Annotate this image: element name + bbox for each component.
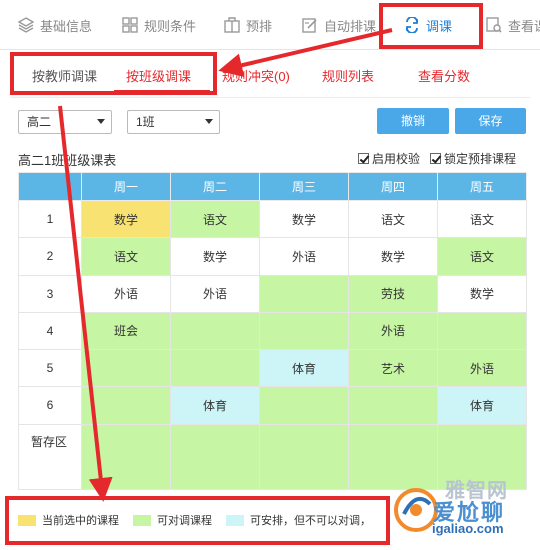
table-row: 3 外语 外语 劳技 数学: [18, 274, 527, 313]
day-header: 周四: [348, 172, 438, 201]
timetable-cell[interactable]: [259, 311, 349, 351]
tab-rule-conflicts[interactable]: 规则冲突(0): [222, 66, 290, 85]
period-label: 2: [18, 237, 82, 276]
tab-rule-list[interactable]: 规则列表: [322, 66, 374, 85]
day-header: 周二: [170, 172, 260, 201]
checkbox-label: 锁定预排课程: [444, 152, 517, 166]
nav-label: 自动排课: [324, 18, 377, 34]
day-header: 周五: [437, 172, 527, 201]
nav-item-basic-info[interactable]: 基础信息: [18, 14, 92, 36]
validate-checkbox[interactable]: 启用校验: [358, 150, 420, 167]
watermark-text: igaliao.com: [432, 521, 504, 536]
chevron-down-icon: [97, 119, 105, 124]
timetable-cell[interactable]: 外语: [81, 274, 171, 313]
grade-select-value: 高二: [27, 115, 52, 129]
nav-label: 规则条件: [144, 18, 197, 34]
timetable-cell[interactable]: 数学: [81, 199, 171, 239]
save-button[interactable]: 保存: [455, 108, 526, 134]
timetable-cell[interactable]: [81, 386, 171, 425]
timetable-cell[interactable]: 外语: [170, 274, 260, 313]
timetable-cell[interactable]: 数学: [437, 274, 527, 313]
table-row: 4 班会 外语: [18, 311, 527, 351]
timetable-cell[interactable]: [348, 386, 438, 425]
timetable-cell[interactable]: [259, 386, 349, 425]
table-row: 5 体育 艺术 外语: [18, 348, 527, 388]
view-icon: [486, 17, 502, 33]
highlight-box-nav: [379, 3, 483, 49]
period-label: 3: [18, 274, 82, 313]
tab-view-scores[interactable]: 查看分数: [418, 66, 470, 85]
timetable-cell[interactable]: 外语: [437, 348, 527, 388]
undo-button[interactable]: 撤销: [377, 108, 449, 134]
timetable-body: 1 数学 语文 数学 语文 语文 2 语文 数学 外语 数学 语文 3 外语 外语 劳技 数学 4 班会 外语 5 体育艺…: [18, 199, 527, 490]
nav-item-auto-schedule[interactable]: 自动排课: [302, 14, 376, 36]
timetable-cell[interactable]: [437, 311, 527, 351]
puzzle-icon: [224, 17, 240, 33]
corner-header: [18, 172, 82, 201]
stash-cell[interactable]: [259, 423, 349, 490]
divider: [10, 97, 530, 98]
checkbox-checked-icon: [358, 153, 369, 164]
highlight-box-subtabs: [10, 52, 217, 95]
timetable-cell[interactable]: 语文: [437, 237, 527, 276]
timetable-cell[interactable]: 数学: [259, 199, 349, 239]
timetable-cell[interactable]: [170, 348, 260, 388]
period-label: 5: [18, 348, 82, 388]
class-select[interactable]: 1班: [127, 110, 220, 134]
nav-label: 预排: [246, 18, 273, 34]
stash-label: 暂存区: [18, 423, 82, 490]
timetable-cell[interactable]: 语文: [437, 199, 527, 239]
timetable-cell[interactable]: [170, 311, 260, 351]
table-title: 高二1班班级课表: [18, 153, 117, 168]
period-label: 4: [18, 311, 82, 351]
highlight-box-legend: [5, 496, 390, 545]
timetable-cell[interactable]: 班会: [81, 311, 171, 351]
timetable-cell[interactable]: 体育: [170, 386, 260, 425]
table-row: 1 数学 语文 数学 语文 语文: [18, 199, 527, 239]
class-select-value: 1班: [136, 115, 155, 129]
timetable-cell[interactable]: 语文: [348, 199, 438, 239]
edit-icon: [302, 18, 317, 33]
period-label: 6: [18, 386, 82, 425]
stash-cell[interactable]: [81, 423, 171, 490]
day-header: 周一: [81, 172, 171, 201]
timetable-cell[interactable]: 艺术: [348, 348, 438, 388]
nav-item-view[interactable]: 查看课: [486, 14, 540, 36]
timetable-cell[interactable]: [259, 274, 349, 313]
day-header: 周三: [259, 172, 349, 201]
checkbox-label: 启用校验: [372, 152, 421, 166]
timetable-cell[interactable]: 劳技: [348, 274, 438, 313]
timetable-cell[interactable]: 体育: [259, 348, 349, 388]
timetable-cell[interactable]: 语文: [170, 199, 260, 239]
period-label: 1: [18, 199, 82, 239]
timetable-cell[interactable]: 语文: [81, 237, 171, 276]
table-row: 2 语文 数学 外语 数学 语文: [18, 237, 527, 276]
chevron-down-icon: [205, 119, 213, 124]
timetable-cell[interactable]: 数学: [170, 237, 260, 276]
grid-icon: [122, 17, 138, 33]
nav-label: 查看课: [508, 18, 540, 34]
table-row: 6 体育 体育: [18, 386, 527, 425]
nav-item-rules[interactable]: 规则条件: [122, 14, 196, 36]
stash-cell[interactable]: [170, 423, 260, 490]
timetable-cell[interactable]: 外语: [348, 311, 438, 351]
class-timetable: 周一 周二 周三 周四 周五 1 数学 语文 数学 语文 语文 2 语文 数学 外语 数学 语文 3 外语…: [18, 172, 527, 490]
timetable-cell[interactable]: 外语: [259, 237, 349, 276]
layers-icon: [18, 17, 34, 33]
nav-label: 基础信息: [40, 18, 93, 34]
checkbox-checked-icon: [430, 153, 441, 164]
timetable-cell[interactable]: 数学: [348, 237, 438, 276]
timetable-cell[interactable]: [81, 348, 171, 388]
nav-item-pre-arrange[interactable]: 预排: [224, 14, 272, 36]
timetable-cell[interactable]: 体育: [437, 386, 527, 425]
grade-select[interactable]: 高二: [18, 110, 112, 134]
lock-prearranged-checkbox[interactable]: 锁定预排课程: [430, 150, 516, 167]
